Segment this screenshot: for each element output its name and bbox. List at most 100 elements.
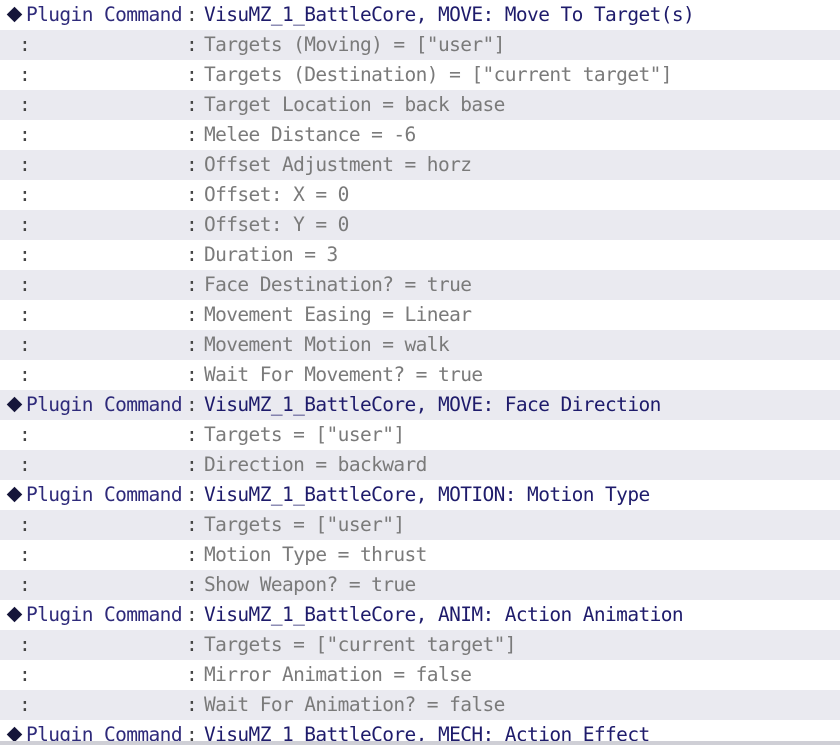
- parameter-row[interactable]: :: Melee Distance = -6: [0, 120, 840, 150]
- command-label: :: [0, 150, 186, 180]
- command-label: :: [0, 690, 186, 720]
- parameter-text: Wait For Movement? = true: [204, 363, 483, 386]
- command-label: :: [0, 90, 186, 120]
- diamond-icon: [6, 726, 23, 741]
- parameter-row[interactable]: :: Targets = ["user"]: [0, 420, 840, 450]
- command-name: Plugin Command: [26, 483, 183, 506]
- parameter-text: Duration = 3: [204, 243, 338, 266]
- parameter-row[interactable]: :: Face Destination? = true: [0, 270, 840, 300]
- diamond-icon: [6, 486, 23, 503]
- parameter-text: Mirror Animation = false: [204, 663, 472, 686]
- parameter-text: Face Destination? = true: [204, 273, 472, 296]
- continuation-colon: :: [19, 663, 31, 686]
- command-label: Plugin Command: [0, 480, 186, 510]
- command-label: :: [0, 300, 186, 330]
- command-name: Plugin Command: [26, 723, 183, 741]
- parameter-row[interactable]: :: Offset: X = 0: [0, 180, 840, 210]
- command-text: VisuMZ_1_BattleCore, MOVE: Move To Targe…: [204, 3, 695, 26]
- continuation-colon: :: [19, 93, 31, 116]
- column-separator: :: [186, 663, 198, 686]
- column-separator: :: [186, 33, 198, 56]
- column-separator: :: [186, 453, 198, 476]
- command-label: :: [0, 360, 186, 390]
- diamond-icon: [6, 606, 23, 623]
- command-name: Plugin Command: [26, 603, 183, 626]
- continuation-colon: :: [19, 183, 31, 206]
- column-separator: :: [186, 273, 198, 296]
- plugin-command-row[interactable]: Plugin Command: VisuMZ_1_BattleCore, MECH…: [0, 720, 840, 741]
- column-separator: :: [186, 723, 198, 741]
- command-name: Plugin Command: [26, 393, 183, 416]
- column-separator: :: [186, 483, 198, 506]
- parameter-text: Show Weapon? = true: [204, 573, 416, 596]
- command-text: VisuMZ_1_BattleCore, MECH: Action Effect: [204, 723, 650, 741]
- command-label: :: [0, 120, 186, 150]
- continuation-colon: :: [19, 243, 31, 266]
- column-separator: :: [186, 123, 198, 146]
- parameter-row[interactable]: :: Duration = 3: [0, 240, 840, 270]
- plugin-command-row[interactable]: Plugin Command: VisuMZ_1_BattleCore, ANIM…: [0, 600, 840, 630]
- event-command-list[interactable]: Plugin Command: VisuMZ_1_BattleCore, MOVE…: [0, 0, 840, 741]
- command-label: :: [0, 240, 186, 270]
- parameter-row[interactable]: :: Offset: Y = 0: [0, 210, 840, 240]
- parameter-row[interactable]: :: Targets = ["current target"]: [0, 630, 840, 660]
- column-separator: :: [186, 513, 198, 536]
- parameter-row[interactable]: :: Direction = backward: [0, 450, 840, 480]
- parameter-row[interactable]: :: Movement Motion = walk: [0, 330, 840, 360]
- continuation-colon: :: [19, 213, 31, 236]
- parameter-row[interactable]: :: Wait For Animation? = false: [0, 690, 840, 720]
- parameter-text: Wait For Animation? = false: [204, 693, 505, 716]
- parameter-text: Targets (Destination) = ["current target…: [204, 63, 672, 86]
- parameter-row[interactable]: :: Targets (Moving) = ["user"]: [0, 30, 840, 60]
- command-label: :: [0, 660, 186, 690]
- parameter-text: Offset Adjustment = horz: [204, 153, 472, 176]
- parameter-row[interactable]: :: Targets (Destination) = ["current targ…: [0, 60, 840, 90]
- command-label: :: [0, 180, 186, 210]
- parameter-row[interactable]: :: Motion Type = thrust: [0, 540, 840, 570]
- command-text: VisuMZ_1_BattleCore, MOTION: Motion Type: [204, 483, 650, 506]
- parameter-row[interactable]: :: Show Weapon? = true: [0, 570, 840, 600]
- command-label: Plugin Command: [0, 600, 186, 630]
- continuation-colon: :: [19, 693, 31, 716]
- column-separator: :: [186, 693, 198, 716]
- parameter-text: Movement Easing = Linear: [204, 303, 472, 326]
- parameter-row[interactable]: :: Movement Easing = Linear: [0, 300, 840, 330]
- column-separator: :: [186, 633, 198, 656]
- column-separator: :: [186, 183, 198, 206]
- column-separator: :: [186, 393, 198, 416]
- parameter-text: Offset: X = 0: [204, 183, 349, 206]
- parameter-row[interactable]: :: Target Location = back base: [0, 90, 840, 120]
- continuation-colon: :: [19, 63, 31, 86]
- list-bottom-border: [0, 741, 840, 745]
- parameter-text: Targets (Moving) = ["user"]: [204, 33, 505, 56]
- continuation-colon: :: [19, 543, 31, 566]
- command-label: Plugin Command: [0, 0, 186, 30]
- parameter-text: Motion Type = thrust: [204, 543, 427, 566]
- column-separator: :: [186, 603, 198, 626]
- command-label: :: [0, 450, 186, 480]
- plugin-command-row[interactable]: Plugin Command: VisuMZ_1_BattleCore, MOVE…: [0, 0, 840, 30]
- command-label: :: [0, 630, 186, 660]
- column-separator: :: [186, 153, 198, 176]
- parameter-text: Movement Motion = walk: [204, 333, 450, 356]
- parameter-row[interactable]: :: Targets = ["user"]: [0, 510, 840, 540]
- continuation-colon: :: [19, 33, 31, 56]
- column-separator: :: [186, 63, 198, 86]
- plugin-command-row[interactable]: Plugin Command: VisuMZ_1_BattleCore, MOVE…: [0, 390, 840, 420]
- parameter-row[interactable]: :: Mirror Animation = false: [0, 660, 840, 690]
- continuation-colon: :: [19, 123, 31, 146]
- command-label: :: [0, 30, 186, 60]
- parameter-text: Offset: Y = 0: [204, 213, 349, 236]
- command-label: :: [0, 270, 186, 300]
- command-label: :: [0, 540, 186, 570]
- diamond-icon: [6, 6, 23, 23]
- parameter-row[interactable]: :: Wait For Movement? = true: [0, 360, 840, 390]
- column-separator: :: [186, 93, 198, 116]
- command-label: :: [0, 510, 186, 540]
- command-label: Plugin Command: [0, 720, 186, 741]
- command-label: :: [0, 330, 186, 360]
- column-separator: :: [186, 3, 198, 26]
- column-separator: :: [186, 543, 198, 566]
- parameter-row[interactable]: :: Offset Adjustment = horz: [0, 150, 840, 180]
- plugin-command-row[interactable]: Plugin Command: VisuMZ_1_BattleCore, MOTI…: [0, 480, 840, 510]
